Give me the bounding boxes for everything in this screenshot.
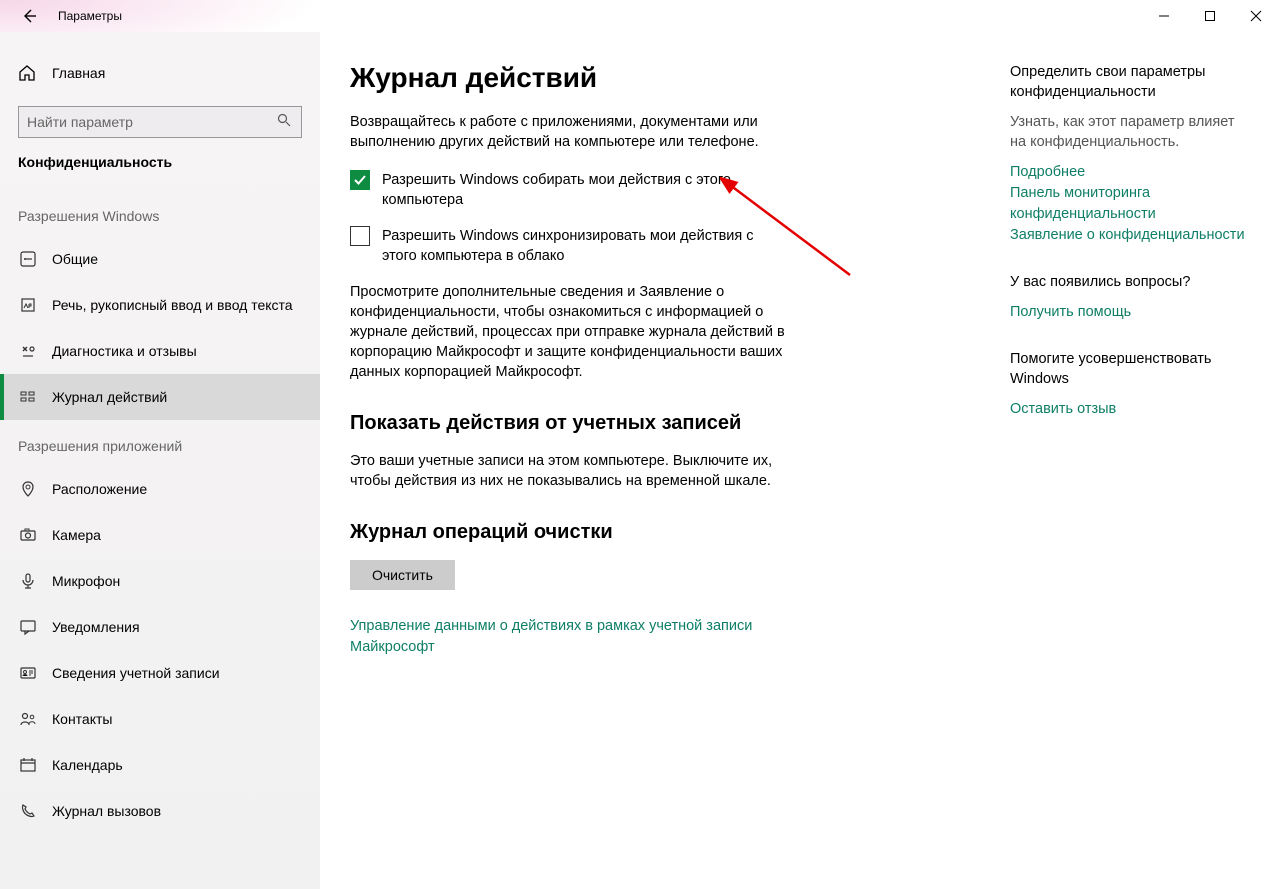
sidebar-item-location-icon — [18, 480, 38, 498]
minimize-button[interactable] — [1141, 0, 1187, 32]
titlebar: Параметры — [0, 0, 1279, 32]
sidebar-item-call-history-icon — [18, 802, 38, 820]
link-privacy-dashboard[interactable]: Панель мониторинга конфиденциальности — [1010, 183, 1250, 225]
sidebar-item-notifications-icon — [18, 618, 38, 636]
link-privacy-statement[interactable]: Заявление о конфиденциальности — [1010, 225, 1250, 246]
sidebar-item-microphone[interactable]: Микрофон — [0, 558, 320, 604]
aside-questions-heading: У вас появились вопросы? — [1010, 272, 1250, 292]
link-learn-more[interactable]: Подробнее — [1010, 162, 1250, 183]
checkbox-sync-activities[interactable]: Разрешить Windows синхронизировать мои д… — [350, 226, 770, 266]
sidebar-item-label: Расположение — [52, 481, 147, 497]
search-icon — [277, 113, 293, 132]
aside: Определить свои параметры конфиденциальн… — [1010, 62, 1250, 889]
sidebar-item-label: Контакты — [52, 711, 112, 727]
link-get-help[interactable]: Получить помощь — [1010, 302, 1250, 323]
group-windows-permissions: Разрешения Windows — [0, 190, 320, 236]
sidebar-item-contacts-icon — [18, 710, 38, 728]
sidebar-item-label: Речь, рукописный ввод и ввод текста — [52, 297, 293, 313]
sidebar-item-speech-icon — [18, 296, 38, 314]
sidebar-item-account-info[interactable]: Сведения учетной записи — [0, 650, 320, 696]
close-button[interactable] — [1233, 0, 1279, 32]
sidebar-item-label: Сведения учетной записи — [52, 665, 220, 681]
sidebar-item-general-icon — [18, 250, 38, 268]
checkbox-label: Разрешить Windows синхронизировать мои д… — [382, 226, 770, 266]
sidebar-item-calendar-icon — [18, 756, 38, 774]
sidebar-item-label: Микрофон — [52, 573, 120, 589]
manage-account-data-link[interactable]: Управление данными о действиях в рамках … — [350, 616, 770, 658]
details-text: Просмотрите дополнительные сведения и За… — [350, 282, 810, 382]
clear-heading: Журнал операций очистки — [350, 521, 970, 544]
sidebar-item-notifications[interactable]: Уведомления — [0, 604, 320, 650]
group-app-permissions: Разрешения приложений — [0, 420, 320, 466]
sidebar-item-label: Журнал действий — [52, 389, 167, 405]
aside-privacy-text: Узнать, как этот параметр влияет на конф… — [1010, 112, 1250, 152]
maximize-button[interactable] — [1187, 0, 1233, 32]
window-controls — [1141, 0, 1279, 32]
sidebar-item-speech[interactable]: Речь, рукописный ввод и ввод текста — [0, 282, 320, 328]
link-feedback[interactable]: Оставить отзыв — [1010, 399, 1250, 420]
back-button[interactable] — [18, 5, 40, 27]
home-label: Главная — [52, 65, 105, 81]
sidebar-item-label: Общие — [52, 251, 98, 267]
intro-text: Возвращайтесь к работе с приложениями, д… — [350, 112, 810, 152]
sidebar-item-general[interactable]: Общие — [0, 236, 320, 282]
accounts-text: Это ваши учетные записи на этом компьюте… — [350, 451, 810, 491]
sidebar-item-label: Журнал вызовов — [52, 803, 161, 819]
sidebar-item-label: Календарь — [52, 757, 123, 773]
page-title: Журнал действий — [350, 62, 970, 94]
sidebar-item-activity-history[interactable]: Журнал действий — [0, 374, 320, 420]
aside-privacy-heading: Определить свои параметры конфиденциальн… — [1010, 62, 1250, 102]
sidebar-item-label: Уведомления — [52, 619, 140, 635]
sidebar-item-diagnostics-icon — [18, 342, 38, 360]
sidebar-item-label: Диагностика и отзывы — [52, 343, 197, 359]
sidebar-item-activity-history-icon — [18, 388, 38, 406]
accounts-heading: Показать действия от учетных записей — [350, 412, 970, 435]
checkbox-collect-activities[interactable]: Разрешить Windows собирать мои действия … — [350, 170, 770, 210]
sidebar-item-microphone-icon — [18, 572, 38, 590]
home-icon — [18, 64, 38, 82]
sidebar-item-diagnostics[interactable]: Диагностика и отзывы — [0, 328, 320, 374]
sidebar-item-camera[interactable]: Камера — [0, 512, 320, 558]
checkbox-label: Разрешить Windows собирать мои действия … — [382, 170, 770, 210]
main-content: Журнал действий Возвращайтесь к работе с… — [320, 32, 1279, 889]
sidebar-item-contacts[interactable]: Контакты — [0, 696, 320, 742]
sidebar-item-account-info-icon — [18, 664, 38, 682]
search-box[interactable] — [18, 106, 302, 138]
checkbox-input[interactable] — [350, 226, 370, 246]
sidebar-item-camera-icon — [18, 526, 38, 544]
sidebar-item-label: Камера — [52, 527, 101, 543]
window-title: Параметры — [58, 9, 122, 23]
sidebar-item-call-history[interactable]: Журнал вызовов — [0, 788, 320, 834]
clear-button[interactable]: Очистить — [350, 560, 455, 590]
sidebar: Главная Конфиденциальность Разрешения Wi… — [0, 32, 320, 889]
search-input[interactable] — [27, 114, 277, 130]
sidebar-item-calendar[interactable]: Календарь — [0, 742, 320, 788]
home-link[interactable]: Главная — [0, 52, 320, 94]
checkbox-input[interactable] — [350, 170, 370, 190]
aside-improve-heading: Помогите усовершенствовать Windows — [1010, 349, 1250, 389]
sidebar-item-location[interactable]: Расположение — [0, 466, 320, 512]
section-title: Конфиденциальность — [0, 154, 320, 190]
